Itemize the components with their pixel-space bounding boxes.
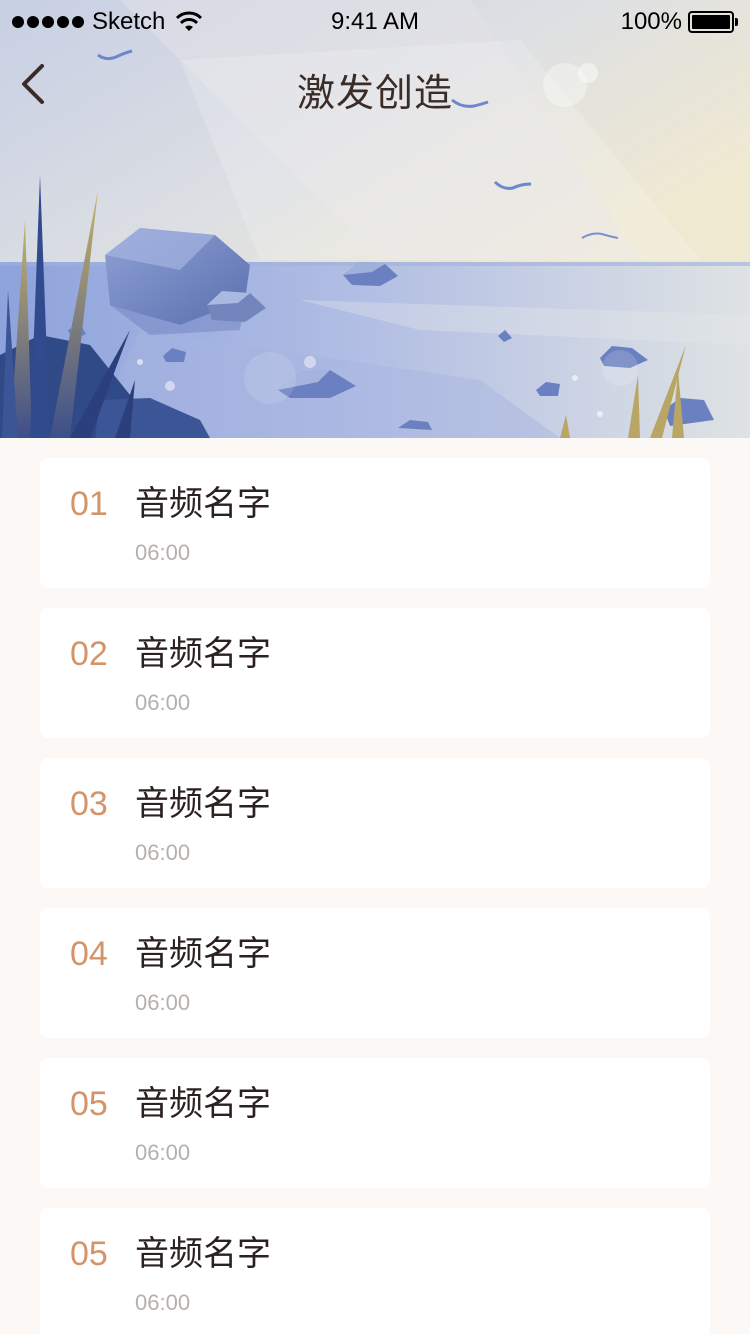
track-name: 音频名字	[135, 784, 271, 824]
track-card[interactable]: 05 音频名字 06:00	[40, 1058, 710, 1188]
track-name: 音频名字	[135, 1084, 271, 1124]
track-card[interactable]: 05 音频名字 06:00	[40, 1208, 710, 1334]
track-duration: 06:00	[135, 990, 191, 1015]
battery-percent: 100%	[620, 8, 682, 35]
track-name: 音频名字	[135, 634, 271, 674]
track-duration: 06:00	[135, 1290, 191, 1315]
track-card[interactable]: 04 音频名字 06:00	[40, 908, 710, 1038]
track-name: 音频名字	[135, 1234, 271, 1274]
status-bar: Sketch 9:41 AM 100%	[0, 0, 750, 44]
track-card[interactable]: 01 音频名字 06:00	[40, 458, 710, 588]
track-card[interactable]: 03 音频名字 06:00	[40, 758, 710, 888]
track-number: 01	[70, 485, 108, 523]
track-number: 02	[70, 635, 108, 673]
track-number: 05	[70, 1235, 108, 1273]
track-duration: 06:00	[135, 540, 191, 565]
track-number: 03	[70, 785, 108, 823]
audio-list-screen: Sketch 9:41 AM 100% 激发创造 01 音频名字 06:00 0…	[0, 0, 750, 1334]
track-duration: 06:00	[135, 840, 191, 865]
track-list: 01 音频名字 06:00 02 音频名字 06:00 03 音频名字 06:0…	[40, 458, 710, 1334]
page-title: 激发创造	[296, 71, 453, 115]
status-right: 100%	[621, 8, 738, 36]
track-name: 音频名字	[135, 484, 271, 524]
track-name: 音频名字	[135, 934, 271, 974]
nav-bar: 激发创造	[0, 44, 750, 128]
track-duration: 06:00	[135, 1140, 191, 1165]
track-duration: 06:00	[135, 690, 191, 715]
track-number: 04	[70, 935, 108, 973]
track-card[interactable]: 02 音频名字 06:00	[40, 608, 710, 738]
track-number: 05	[70, 1085, 108, 1123]
battery-icon	[688, 11, 738, 33]
